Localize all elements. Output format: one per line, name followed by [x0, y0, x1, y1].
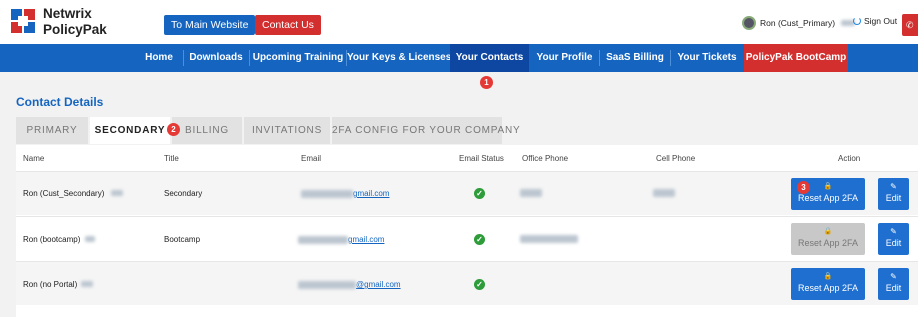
nav-divider — [249, 50, 250, 66]
nav-item-saas-billing[interactable]: SaaS Billing — [600, 44, 670, 72]
contact-email[interactable]: gmail.com — [298, 235, 384, 244]
main-nav: Home Downloads Upcoming Training Your Ke… — [0, 44, 918, 72]
edit-button[interactable]: ✎ Edit — [878, 268, 909, 300]
table-row: Ron (Cust_Secondary) Secondary gmail.com… — [16, 171, 918, 215]
contact-title: Bootcamp — [164, 235, 201, 244]
main-website-button[interactable]: To Main Website — [164, 15, 256, 35]
nav-item-upcoming-training[interactable]: Upcoming Training — [251, 44, 345, 72]
verified-check-icon: ✓ — [474, 279, 485, 290]
brand-line-1: Netwrix — [43, 6, 92, 21]
contact-name-text: Ron (no Portal) — [23, 280, 78, 289]
tab-invitations[interactable]: INVITATIONS — [244, 117, 330, 144]
tab-billing[interactable]: BILLING — [172, 117, 242, 144]
tab-primary[interactable]: PRIMARY — [16, 117, 88, 144]
reset-2fa-button[interactable]: 🔒 Reset App 2FA — [791, 268, 865, 300]
column-header-email-status: Email Status — [459, 154, 504, 163]
avatar — [742, 16, 756, 30]
nav-item-keys-licenses[interactable]: Your Keys & Licenses — [347, 44, 451, 72]
column-header-action: Action — [838, 154, 861, 163]
verified-check-icon: ✓ — [474, 188, 485, 199]
sign-out-label: Sign Out — [864, 16, 898, 26]
email-domain: gmail.com — [353, 189, 390, 198]
nav-divider — [183, 50, 184, 66]
redacted-email-prefix — [298, 235, 348, 244]
phone-button[interactable]: ✆ — [902, 14, 918, 36]
contact-email[interactable]: @gmail.com — [298, 280, 401, 289]
edit-label: Edit — [885, 238, 902, 248]
phone-icon: ✆ — [906, 20, 914, 30]
nav-item-contacts[interactable]: Your Contacts — [450, 44, 529, 72]
top-bar: Netwrix PolicyPak To Main Website Contac… — [0, 0, 918, 44]
column-header-title: Title — [164, 154, 179, 163]
netwrix-logo-icon[interactable] — [9, 7, 37, 35]
office-phone — [520, 189, 542, 199]
redacted-text — [84, 236, 95, 242]
nav-item-tickets[interactable]: Your Tickets — [671, 44, 743, 72]
redacted-text — [81, 281, 94, 287]
pencil-icon: ✎ — [890, 182, 897, 191]
verified-check-icon: ✓ — [474, 234, 485, 245]
tab-secondary[interactable]: SECONDARY — [90, 117, 170, 144]
sign-out-link[interactable]: Sign Out — [853, 16, 897, 26]
contact-name: Ron (Cust_Secondary) — [23, 189, 123, 198]
redacted-text — [110, 190, 123, 196]
nav-item-downloads[interactable]: Downloads — [185, 44, 247, 72]
step-badge: 3 — [797, 181, 810, 194]
column-header-office-phone: Office Phone — [522, 154, 569, 163]
cell-phone — [653, 189, 675, 199]
email-domain: gmail.com — [348, 235, 385, 244]
contact-us-button[interactable]: Contact Us — [255, 15, 321, 35]
column-header-cell-phone: Cell Phone — [656, 154, 696, 163]
lock-icon: 🔒 — [823, 273, 833, 280]
user-menu[interactable]: Ron (Cust_Primary) — [742, 16, 856, 30]
sign-out-icon — [853, 17, 861, 25]
column-header-name: Name — [23, 154, 45, 163]
column-header-email: Email — [301, 154, 322, 163]
nav-item-bootcamp[interactable]: PolicyPak BootCamp — [744, 44, 848, 72]
tab-2fa-config[interactable]: 2FA CONFIG FOR YOUR COMPANY — [332, 117, 520, 144]
redacted-email-prefix — [298, 280, 356, 289]
edit-button[interactable]: ✎ Edit — [878, 178, 909, 210]
edit-label: Edit — [885, 283, 902, 293]
contacts-table: Name Title Email Email Status Office Pho… — [16, 145, 918, 317]
contact-name-text: Ron (bootcamp) — [23, 235, 81, 244]
redacted-phone — [520, 235, 578, 243]
step-badge: 2 — [167, 123, 180, 136]
page-title: Contact Details — [16, 95, 104, 109]
user-name: Ron (Cust_Primary) — [760, 18, 836, 28]
pencil-icon: ✎ — [890, 272, 897, 281]
edit-label: Edit — [885, 193, 902, 203]
contact-name: Ron (bootcamp) — [23, 235, 95, 244]
lock-icon: 🔒 — [823, 228, 833, 235]
email-domain: @gmail.com — [356, 280, 401, 289]
step-badge: 1 — [480, 76, 493, 89]
contact-name-text: Ron (Cust_Secondary) — [23, 189, 105, 198]
contact-title: Secondary — [164, 189, 203, 198]
reset-2fa-button[interactable]: 🔒 Reset App 2FA — [791, 223, 865, 255]
redacted-phone — [653, 189, 675, 197]
brand-line-2: PolicyPak — [43, 22, 107, 37]
reset-2fa-label: Reset App 2FA — [797, 283, 859, 293]
contact-email[interactable]: gmail.com — [301, 189, 389, 198]
edit-button[interactable]: ✎ Edit — [878, 223, 909, 255]
brand-name[interactable]: Netwrix PolicyPak — [43, 6, 107, 38]
table-row: Ron (bootcamp) Bootcamp gmail.com ✓ 🔒 Re… — [16, 216, 918, 260]
pencil-icon: ✎ — [890, 227, 897, 236]
contact-name: Ron (no Portal) — [23, 280, 94, 289]
table-row: Ron (no Portal) @gmail.com ✓ 🔒 Reset App… — [16, 261, 918, 305]
nav-item-home[interactable]: Home — [137, 44, 181, 72]
nav-item-profile[interactable]: Your Profile — [531, 44, 598, 72]
office-phone — [520, 235, 578, 245]
redacted-email-prefix — [301, 189, 353, 198]
redacted-phone — [520, 189, 542, 197]
reset-2fa-label: Reset App 2FA — [797, 238, 859, 248]
